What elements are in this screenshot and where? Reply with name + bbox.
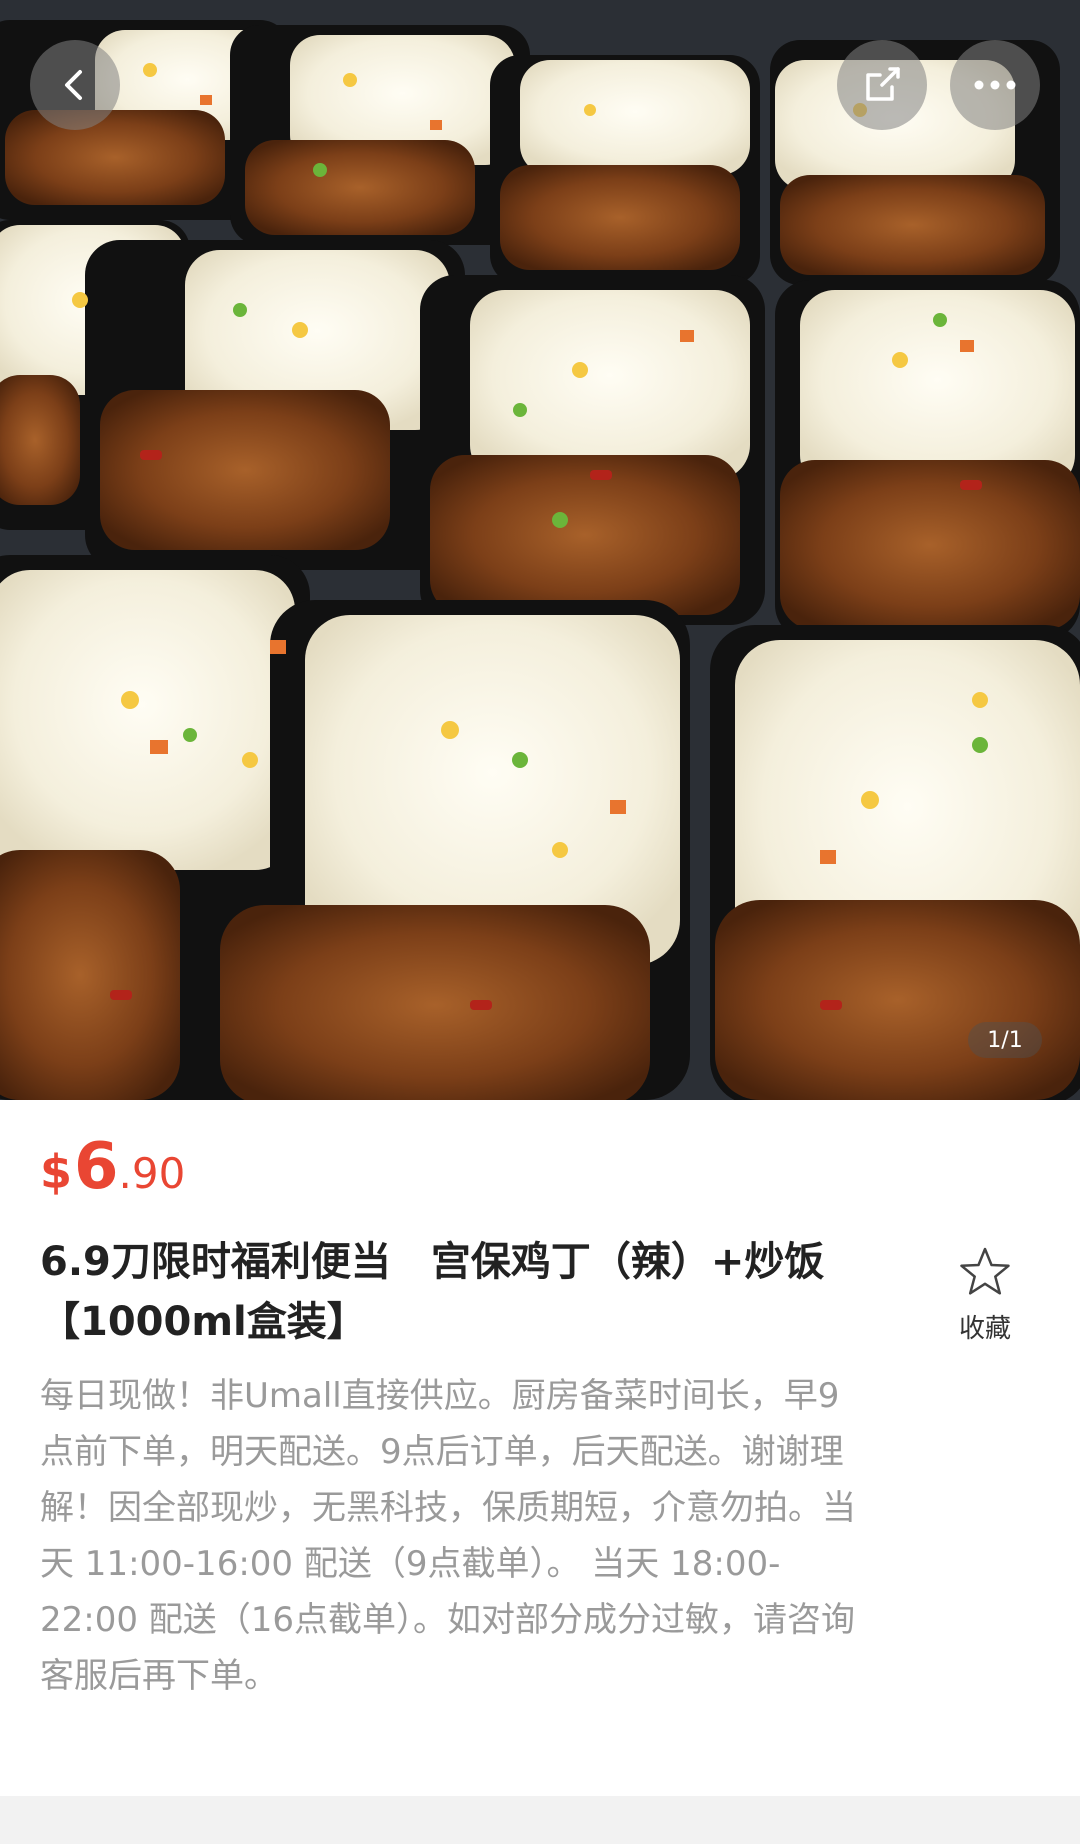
favorite-button[interactable]: 收藏 — [940, 1246, 1030, 1345]
chevron-left-icon — [55, 65, 95, 105]
back-button[interactable] — [30, 40, 120, 130]
price: $ 6 .90 — [40, 1130, 185, 1204]
product-image[interactable]: 1/1 — [0, 0, 1080, 1100]
price-integer: 6 — [74, 1130, 119, 1204]
more-dots-icon — [973, 79, 1017, 91]
image-counter: 1/1 — [968, 1022, 1042, 1058]
star-outline-icon — [958, 1246, 1012, 1302]
product-description: 每日现做！非Umall直接供应。厨房备菜时间长，早9点前下单，明天配送。9点后订… — [40, 1376, 856, 1696]
more-button[interactable] — [950, 40, 1040, 130]
section-divider — [0, 1796, 1080, 1844]
price-currency: $ — [40, 1145, 73, 1199]
price-decimal: .90 — [118, 1149, 186, 1198]
share-button[interactable] — [837, 40, 927, 130]
food-photo-illustration — [0, 0, 1080, 1100]
favorite-label: 收藏 — [958, 1314, 1011, 1344]
share-icon — [860, 63, 904, 107]
product-title: 6.9刀限时福利便当 宫保鸡丁（辣）+炒饭【1000ml盒装】 — [40, 1239, 825, 1345]
